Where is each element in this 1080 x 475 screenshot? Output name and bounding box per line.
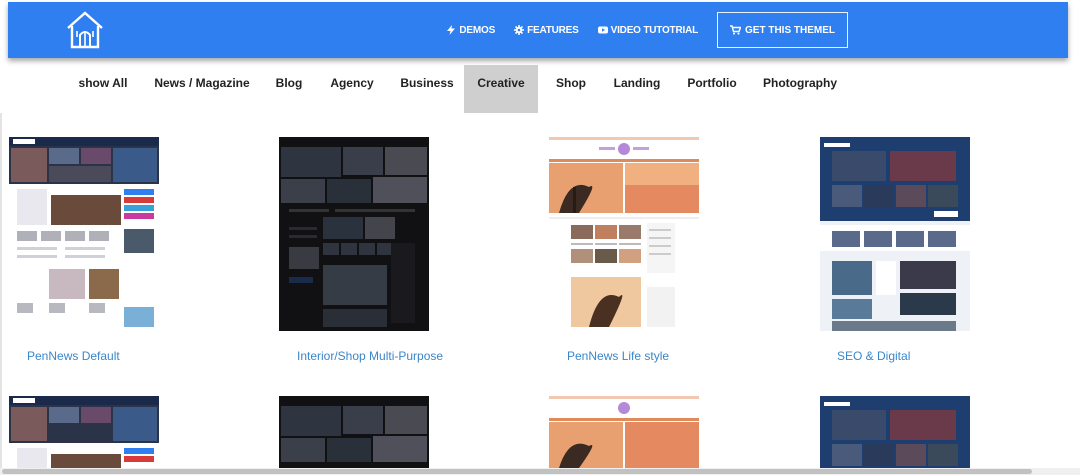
demo-card-pennews-default[interactable] bbox=[9, 137, 161, 331]
demo-card-interior-shop[interactable] bbox=[279, 137, 431, 331]
nav-features-link[interactable]: FEATURES bbox=[514, 25, 579, 36]
filter-agency[interactable]: Agency bbox=[322, 65, 382, 113]
demo-thumbnail[interactable] bbox=[549, 137, 699, 331]
demo-title-link[interactable]: Interior/Shop Multi-Purpose bbox=[297, 349, 443, 363]
demo-card-row2-3[interactable] bbox=[549, 396, 701, 468]
filter-business[interactable]: Business bbox=[392, 65, 462, 113]
filter-landing[interactable]: Landing bbox=[604, 65, 670, 113]
cart-icon bbox=[730, 25, 741, 35]
nav-video-tutorial-label: VIDEO TUTOTRIAL bbox=[610, 24, 699, 36]
top-header-bar: DEMOS FEATURES VIDEO TUTOTRIAL GET THIS … bbox=[8, 2, 1068, 58]
demo-thumbnail[interactable] bbox=[820, 396, 970, 468]
demo-thumbnail[interactable] bbox=[549, 396, 699, 468]
filter-shop[interactable]: Shop bbox=[548, 65, 594, 113]
get-this-theme-button[interactable]: GET THIS THEMEL bbox=[717, 12, 848, 48]
demo-card-row2-1[interactable] bbox=[9, 396, 161, 468]
youtube-play-icon bbox=[597, 26, 608, 34]
demo-card-row2-2[interactable] bbox=[279, 396, 431, 468]
demo-card-row2-4[interactable] bbox=[820, 396, 972, 468]
filter-news-magazine[interactable]: News / Magazine bbox=[146, 65, 258, 113]
lightning-icon bbox=[447, 25, 456, 35]
filter-photography[interactable]: Photography bbox=[754, 65, 846, 113]
nav-demos-link[interactable]: DEMOS bbox=[446, 25, 495, 36]
filter-show-all[interactable]: show All bbox=[70, 65, 136, 113]
demo-thumbnail[interactable] bbox=[279, 396, 429, 468]
nav-features-label: FEATURES bbox=[527, 24, 579, 36]
category-filter-bar: show All News / Magazine Blog Agency Bus… bbox=[0, 65, 1080, 113]
demo-thumbnail[interactable] bbox=[9, 137, 159, 331]
nav-video-tutorial-link[interactable]: VIDEO TUTOTRIAL bbox=[597, 24, 699, 36]
demo-title-link[interactable]: PenNews Default bbox=[27, 349, 120, 363]
house-logo-icon[interactable] bbox=[64, 10, 106, 50]
gear-icon bbox=[514, 25, 525, 35]
demo-card-pennews-lifestyle[interactable] bbox=[549, 137, 701, 331]
demo-thumbnail[interactable] bbox=[9, 396, 159, 468]
nav-demos-label: DEMOS bbox=[459, 24, 496, 36]
left-edge-divider bbox=[0, 113, 2, 475]
demo-thumbnail[interactable] bbox=[279, 137, 429, 331]
top-nav: DEMOS FEATURES VIDEO TUTOTRIAL GET THIS … bbox=[446, 2, 1068, 58]
demo-title-link[interactable]: SEO & Digital bbox=[837, 349, 910, 363]
demo-card-seo-digital[interactable] bbox=[820, 137, 972, 331]
demo-thumbnail[interactable] bbox=[820, 137, 970, 331]
get-this-theme-label: GET THIS THEMEL bbox=[745, 24, 835, 36]
scrollbar-thumb[interactable] bbox=[2, 469, 1032, 474]
horizontal-scrollbar[interactable] bbox=[0, 468, 1080, 475]
filter-portfolio[interactable]: Portfolio bbox=[680, 65, 744, 113]
demo-title-link[interactable]: PenNews Life style bbox=[567, 349, 669, 363]
filter-blog[interactable]: Blog bbox=[268, 65, 310, 113]
filter-creative[interactable]: Creative bbox=[464, 65, 538, 113]
